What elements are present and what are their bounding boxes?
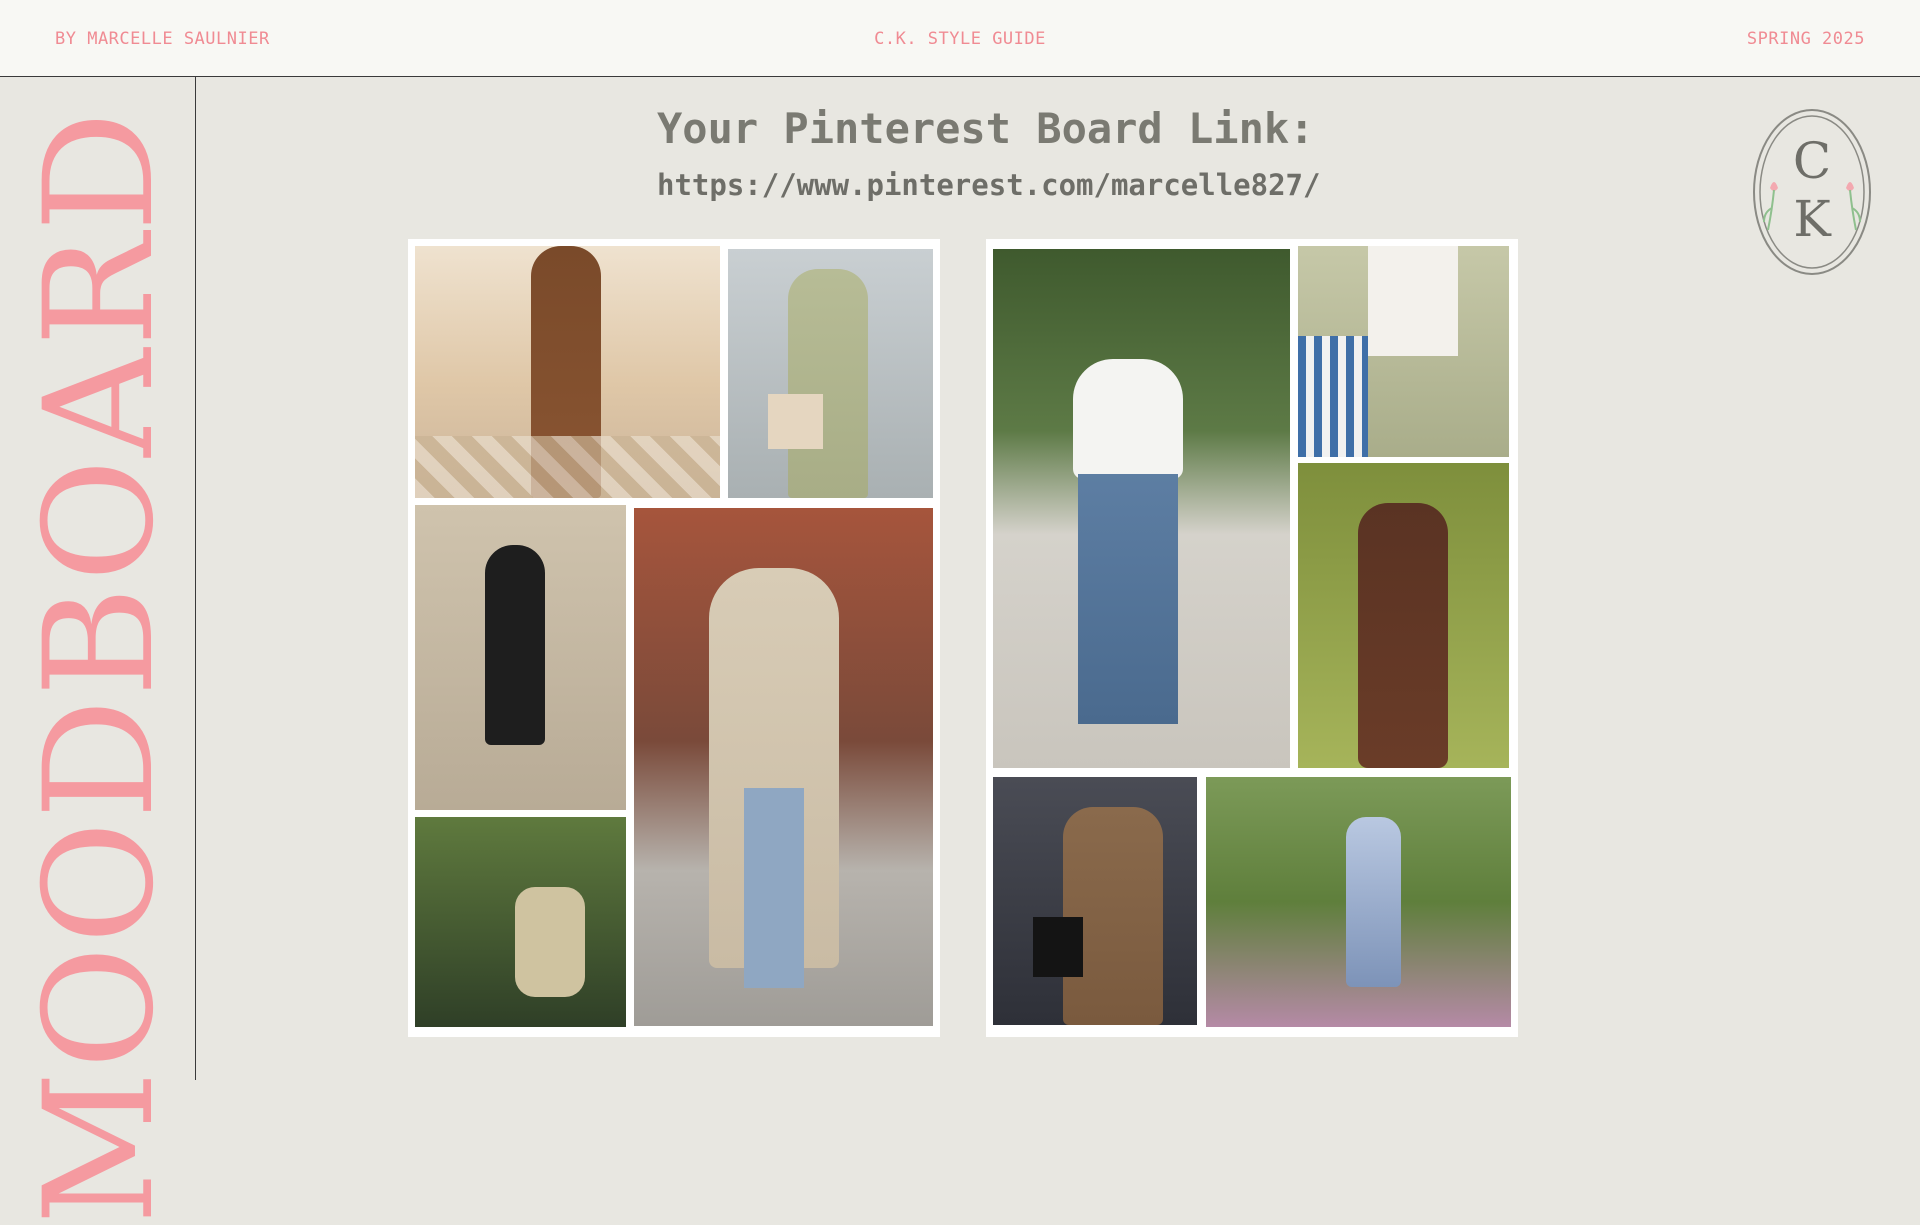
pinterest-link[interactable]: https://www.pinterest.com/marcelle827/ [657,168,1320,202]
photo-gingham-blazer [1298,246,1509,457]
photo-white-shirt-jeans [993,249,1290,768]
photo-brown-dress-reading [1298,463,1509,768]
season-label: SPRING 2025 [1746,29,1865,49]
photo-sage-trench [728,249,933,498]
moodboard-title: MOODBOARD [13,109,187,1225]
photo-floral-dress-pond [415,817,626,1027]
collage-left [408,239,940,1037]
photo-beige-trench-street [634,508,933,1026]
photo-black-pinafore [415,505,626,810]
logo-letter-c: C [1793,132,1831,190]
top-bar: BY MARCELLE SAULNIER C.K. STYLE GUIDE SP… [0,0,1920,77]
guide-title: C.K. STYLE GUIDE [874,29,1046,49]
ck-monogram-logo: C K [1753,109,1871,275]
photo-plaid-suit-hallway [415,246,720,498]
photo-houndstooth-coat [993,777,1197,1025]
collage-right [986,239,1518,1037]
logo-letter-k: K [1793,190,1832,248]
photo-garden-gardener [1206,777,1511,1027]
left-rail: MOODBOARD [0,77,196,1225]
board-heading: Your Pinterest Board Link: [657,104,1315,153]
